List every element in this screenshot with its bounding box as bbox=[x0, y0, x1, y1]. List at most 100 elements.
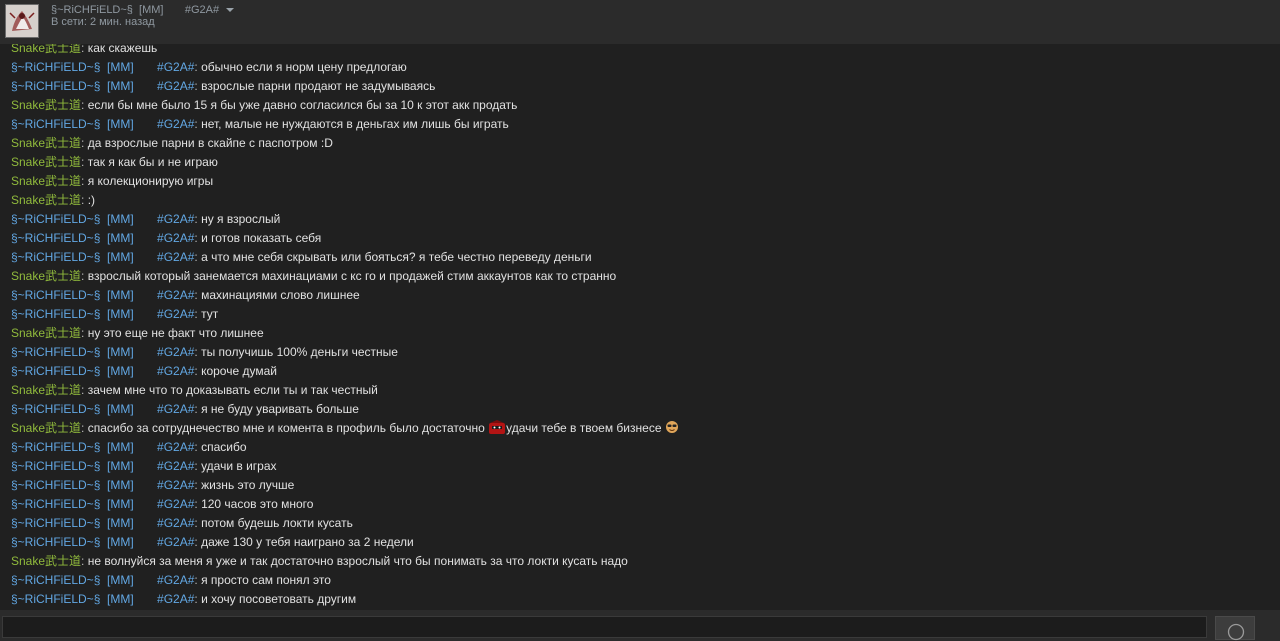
input-bar bbox=[0, 610, 1280, 641]
message-sender[interactable]: §~RiCHFiELD~§ [MM] #G2A# bbox=[11, 288, 194, 302]
message-sender[interactable]: §~RiCHFiELD~§ [MM] #G2A# bbox=[11, 440, 194, 454]
message-text: да взрослые парни в скайпе с паспотром :… bbox=[87, 136, 333, 150]
message-sender[interactable]: §~RiCHFiELD~§ [MM] #G2A# bbox=[11, 592, 194, 606]
message-sender[interactable]: Snake武士道 bbox=[11, 174, 81, 188]
message-sender[interactable]: §~RiCHFiELD~§ [MM] #G2A# bbox=[11, 402, 194, 416]
contact-status: В сети: 2 мин. назад bbox=[51, 16, 155, 28]
message-text: зачем мне что то доказывать если ты и та… bbox=[87, 383, 378, 397]
message-sender[interactable]: Snake武士道 bbox=[11, 193, 81, 207]
chat-message: §~RiCHFiELD~§ [MM] #G2A#: удачи в играх bbox=[11, 457, 1280, 476]
message-sender[interactable]: §~RiCHFiELD~§ [MM] #G2A# bbox=[11, 117, 194, 131]
message-sender[interactable]: §~RiCHFiELD~§ [MM] #G2A# bbox=[11, 79, 194, 93]
chat-message: Snake武士道: :) bbox=[11, 191, 1280, 210]
message-sender[interactable]: Snake武士道 bbox=[11, 326, 81, 340]
message-text: ну я взрослый bbox=[201, 212, 281, 226]
message-text: и хочу посоветовать другим bbox=[201, 592, 357, 606]
chat-log[interactable]: Snake武士道: как скажешь §~RiCHFiELD~§ [MM] … bbox=[0, 44, 1280, 610]
chat-message: §~RiCHFiELD~§ [MM] #G2A#: тут bbox=[11, 305, 1280, 324]
sender-separator: : bbox=[81, 326, 88, 340]
message-text: жизнь это лучше bbox=[201, 478, 295, 492]
chat-message: Snake武士道: зачем мне что то доказывать ес… bbox=[11, 381, 1280, 400]
message-text: ну это еще не факт что лишнее bbox=[87, 326, 264, 340]
message-sender[interactable]: §~RiCHFiELD~§ [MM] #G2A# bbox=[11, 516, 194, 530]
message-sender[interactable]: Snake武士道 bbox=[11, 269, 81, 283]
sender-separator: : bbox=[81, 44, 88, 55]
chat-message: §~RiCHFiELD~§ [MM] #G2A#: ну я взрослый bbox=[11, 210, 1280, 229]
chat-message: §~RiCHFiELD~§ [MM] #G2A#: обычно если я … bbox=[11, 58, 1280, 77]
emoticon-button[interactable] bbox=[1215, 616, 1255, 641]
chat-message: §~RiCHFiELD~§ [MM] #G2A#: взрослые парни… bbox=[11, 77, 1280, 96]
chat-message: Snake武士道: не волнуйся за меня я уже и та… bbox=[11, 552, 1280, 571]
message-text: махинациями слово лишнее bbox=[201, 288, 360, 302]
message-sender[interactable]: Snake武士道 bbox=[11, 136, 81, 150]
message-text: :) bbox=[87, 193, 96, 207]
chat-message: Snake武士道: ну это еще не факт что лишнее bbox=[11, 324, 1280, 343]
chevron-down-icon[interactable] bbox=[225, 6, 235, 14]
chat-message: §~RiCHFiELD~§ [MM] #G2A#: и хочу посовет… bbox=[11, 590, 1280, 609]
message-sender[interactable]: Snake武士道 bbox=[11, 421, 81, 435]
message-text: я просто сам понял это bbox=[201, 573, 331, 587]
sender-separator: : bbox=[81, 174, 88, 188]
message-text: удачи в играх bbox=[201, 459, 277, 473]
message-sender[interactable]: §~RiCHFiELD~§ [MM] #G2A# bbox=[11, 60, 194, 74]
sender-separator: : bbox=[81, 136, 88, 150]
message-sender[interactable]: Snake武士道 bbox=[11, 383, 81, 397]
message-text: даже 130 у тебя наиграно за 2 недели bbox=[201, 535, 414, 549]
chat-message: §~RiCHFiELD~§ [MM] #G2A#: и готов показа… bbox=[11, 229, 1280, 248]
chat-header: §~RiCHFiELD~§ [MM] #G2A# В сети: 2 мин. … bbox=[0, 0, 1280, 44]
chat-message: §~RiCHFiELD~§ [MM] #G2A#: а что мне себя… bbox=[11, 248, 1280, 267]
sender-separator: : bbox=[81, 554, 88, 568]
message-text: я не буду уваривать больше bbox=[201, 402, 359, 416]
chat-message: §~RiCHFiELD~§ [MM] #G2A#: я просто сам п… bbox=[11, 571, 1280, 590]
chat-message: §~RiCHFiELD~§ [MM] #G2A#: я не буду увар… bbox=[11, 400, 1280, 419]
message-sender[interactable]: Snake武士道 bbox=[11, 155, 81, 169]
chat-input[interactable] bbox=[2, 616, 1207, 638]
message-sender[interactable]: §~RiCHFiELD~§ [MM] #G2A# bbox=[11, 573, 194, 587]
message-text: спасибо за сотруднечество мне и комента … bbox=[87, 421, 485, 435]
sender-separator: : bbox=[81, 193, 88, 207]
chat-message: Snake武士道: так я как бы и не играю bbox=[11, 153, 1280, 172]
message-sender[interactable]: §~RiCHFiELD~§ [MM] #G2A# bbox=[11, 459, 194, 473]
sender-separator: : bbox=[81, 269, 88, 283]
message-sender[interactable]: Snake武士道 bbox=[11, 44, 81, 55]
message-sender[interactable]: §~RiCHFiELD~§ [MM] #G2A# bbox=[11, 497, 194, 511]
chat-message: §~RiCHFiELD~§ [MM] #G2A#: потом будешь л… bbox=[11, 514, 1280, 533]
chat-message: Snake武士道: если бы мне было 15 я бы уже д… bbox=[11, 96, 1280, 115]
sender-separator: : bbox=[81, 155, 88, 169]
chat-message: §~RiCHFiELD~§ [MM] #G2A#: даже 130 у теб… bbox=[11, 533, 1280, 552]
message-sender[interactable]: §~RiCHFiELD~§ [MM] #G2A# bbox=[11, 478, 194, 492]
red-mask-emoticon-icon bbox=[489, 420, 506, 434]
message-text: тут bbox=[201, 307, 219, 321]
message-text: потом будешь локти кусать bbox=[201, 516, 353, 530]
message-text: обычно если я норм цену предлогаю bbox=[201, 60, 407, 74]
message-text: ты получишь 100% деньги честные bbox=[201, 345, 398, 359]
avatar[interactable] bbox=[5, 4, 39, 38]
sender-separator: : bbox=[81, 421, 88, 435]
message-sender[interactable]: §~RiCHFiELD~§ [MM] #G2A# bbox=[11, 212, 194, 226]
smiley-icon bbox=[1227, 623, 1245, 641]
chat-message: Snake武士道: да взрослые парни в скайпе с п… bbox=[11, 134, 1280, 153]
message-sender[interactable]: §~RiCHFiELD~§ [MM] #G2A# bbox=[11, 364, 194, 378]
chat-message: Snake武士道: спасибо за сотруднечество мне … bbox=[11, 419, 1280, 438]
message-text: и готов показать себя bbox=[201, 231, 322, 245]
message-text: короче думай bbox=[201, 364, 277, 378]
avatar-image bbox=[6, 5, 38, 37]
sender-separator: : bbox=[81, 98, 88, 112]
message-text: спасибо bbox=[201, 440, 247, 454]
message-sender[interactable]: §~RiCHFiELD~§ [MM] #G2A# bbox=[11, 250, 194, 264]
message-text: я колекционирую игры bbox=[87, 174, 214, 188]
chat-message: §~RiCHFiELD~§ [MM] #G2A#: махинациями сл… bbox=[11, 286, 1280, 305]
chat-message: §~RiCHFiELD~§ [MM] #G2A#: ты получишь 10… bbox=[11, 343, 1280, 362]
chat-message: §~RiCHFiELD~§ [MM] #G2A#: короче думай bbox=[11, 362, 1280, 381]
message-sender[interactable]: §~RiCHFiELD~§ [MM] #G2A# bbox=[11, 535, 194, 549]
message-sender[interactable]: §~RiCHFiELD~§ [MM] #G2A# bbox=[11, 307, 194, 321]
message-sender[interactable]: Snake武士道 bbox=[11, 554, 81, 568]
message-sender[interactable]: §~RiCHFiELD~§ [MM] #G2A# bbox=[11, 345, 194, 359]
chat-message: §~RiCHFiELD~§ [MM] #G2A#: спасибо bbox=[11, 438, 1280, 457]
message-sender[interactable]: §~RiCHFiELD~§ [MM] #G2A# bbox=[11, 231, 194, 245]
chat-message: Snake武士道: взрослый который занемается ма… bbox=[11, 267, 1280, 286]
sender-separator: : bbox=[81, 383, 88, 397]
message-sender[interactable]: Snake武士道 bbox=[11, 98, 81, 112]
message-text: так я как бы и не играю bbox=[87, 155, 218, 169]
chat-message: Snake武士道: я колекционирую игры bbox=[11, 172, 1280, 191]
